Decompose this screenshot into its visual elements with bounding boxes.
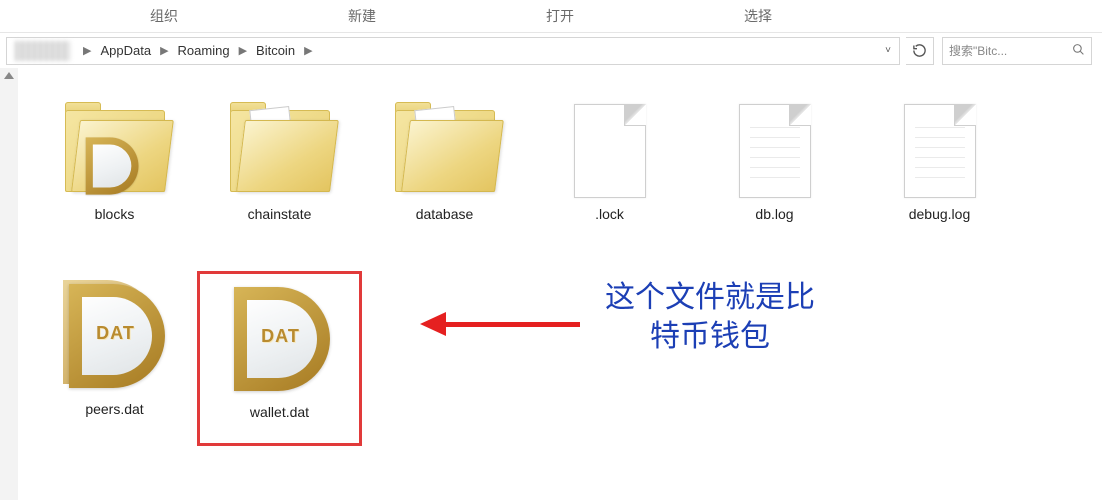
dat-file-icon: DAT — [55, 271, 175, 401]
file-label: db.log — [755, 206, 793, 222]
folder-icon — [55, 96, 175, 206]
scrollbar-up-button[interactable] — [0, 68, 18, 500]
folder-icon — [220, 96, 340, 206]
file-label: .lock — [595, 206, 624, 222]
breadcrumb-segment[interactable]: Roaming — [176, 43, 232, 58]
chevron-up-icon — [4, 72, 14, 79]
breadcrumb-separator-icon[interactable]: ▶ — [297, 44, 319, 57]
address-bar-row: ▶ AppData ▶ Roaming ▶ Bitcoin ▶ ˅ 搜索"Bit… — [0, 32, 1102, 68]
file-icon — [715, 96, 835, 206]
file-label: database — [416, 206, 474, 222]
refresh-button[interactable] — [906, 37, 934, 65]
refresh-icon — [912, 43, 927, 58]
blurred-user-segment — [15, 41, 70, 61]
file-label: wallet.dat — [250, 404, 309, 420]
file-label: debug.log — [909, 206, 971, 222]
file-item-dblog[interactable]: db.log — [692, 96, 857, 271]
annotation-text: 这个文件就是比 特币钱包 — [585, 278, 835, 356]
ribbon: 组织 新建 打开 选择 — [0, 0, 1102, 32]
dat-file-icon: DAT — [220, 274, 340, 404]
search-icon — [1072, 43, 1085, 59]
file-item-lock[interactable]: .lock — [527, 96, 692, 271]
folder-item-database[interactable]: database — [362, 96, 527, 271]
file-pane[interactable]: blocks chainstate database — [18, 68, 1102, 500]
ribbon-tab[interactable]: 新建 — [348, 6, 376, 26]
file-label: chainstate — [248, 206, 312, 222]
breadcrumb-separator-icon[interactable]: ▶ — [76, 44, 98, 57]
folder-icon — [385, 96, 505, 206]
file-label: blocks — [95, 206, 135, 222]
file-item-walletdat[interactable]: DAT wallet.dat — [197, 271, 362, 446]
folder-item-blocks[interactable]: blocks — [32, 96, 197, 271]
search-placeholder: 搜索"Bitc... — [949, 42, 1072, 59]
file-label: peers.dat — [85, 401, 143, 417]
breadcrumb-segment[interactable]: Bitcoin — [254, 43, 297, 58]
search-input[interactable]: 搜索"Bitc... — [942, 37, 1092, 65]
folder-item-chainstate[interactable]: chainstate — [197, 96, 362, 271]
ribbon-tab[interactable]: 选择 — [744, 6, 772, 26]
breadcrumb-segment[interactable]: AppData — [98, 43, 153, 58]
ribbon-tab[interactable]: 打开 — [546, 6, 574, 26]
ribbon-tab[interactable]: 组织 — [150, 6, 178, 26]
file-item-peersdat[interactable]: DAT peers.dat — [32, 271, 197, 446]
file-icon — [550, 96, 670, 206]
file-item-debuglog[interactable]: debug.log — [857, 96, 1022, 271]
history-dropdown-icon[interactable]: ˅ — [879, 45, 897, 56]
breadcrumb-separator-icon[interactable]: ▶ — [232, 44, 254, 57]
annotation-arrow-icon — [420, 312, 580, 336]
breadcrumb-separator-icon[interactable]: ▶ — [153, 44, 175, 57]
breadcrumb[interactable]: ▶ AppData ▶ Roaming ▶ Bitcoin ▶ ˅ — [6, 37, 900, 65]
file-icon — [880, 96, 1000, 206]
